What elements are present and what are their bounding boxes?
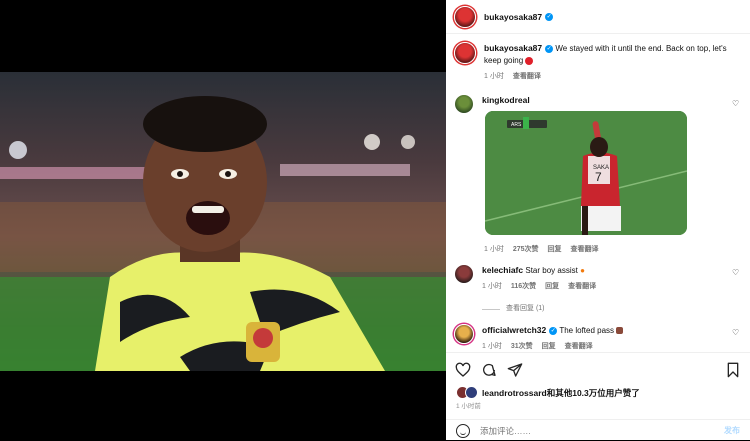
commenter-avatar[interactable] <box>454 94 474 114</box>
post-header: bukayosaka87 ✓ <box>446 0 750 34</box>
comment-icon[interactable] <box>481 362 497 378</box>
post-comment-button[interactable]: 发布 <box>724 425 740 436</box>
comment-like-heart-icon[interactable]: ♡ <box>732 100 740 108</box>
verified-icon: ✓ <box>545 12 554 21</box>
post-details-panel: bukayosaka87 ✓ bukayosaka87 ✓ We stayed w… <box>446 0 750 440</box>
save-icon[interactable] <box>725 362 741 378</box>
reply-button[interactable]: 回复 <box>548 244 562 254</box>
author-avatar[interactable] <box>454 5 476 28</box>
comment-likes[interactable]: 31次赞 <box>511 341 533 352</box>
comment-likes[interactable]: 275次赞 <box>513 244 539 254</box>
comment-item: kelechiafc Star boy assist ● 1 小时 116次赞 … <box>454 264 742 315</box>
translate-link[interactable]: 查看翻译 <box>568 281 596 293</box>
post-actions: leandrotrossard和其他10.3万位用户赞了 1 小时前 发布 <box>446 352 750 440</box>
comment-input[interactable] <box>480 425 700 436</box>
comment-gif[interactable]: ARS SAKA 7 <box>485 111 687 235</box>
verified-icon: ✓ <box>549 326 558 335</box>
emoji-icon[interactable] <box>456 423 470 438</box>
add-comment-bar: 发布 <box>446 419 750 441</box>
gif-score-text: ARS <box>511 122 522 128</box>
verified-icon: ✓ <box>545 44 554 53</box>
comment-time: 1 小时 <box>484 246 504 253</box>
comment-time: 1 小时 <box>482 343 502 350</box>
comment-item: officialwretch32 ✓ The lofted pass 1 小时 3… <box>454 324 742 352</box>
fire-emoji-icon: ● <box>580 266 585 275</box>
gif-shirt-number: 7 <box>595 170 602 184</box>
commenter-username[interactable]: officialwretch32 <box>482 325 546 335</box>
commenter-avatar[interactable] <box>454 264 474 284</box>
comment-time: 1 小时 <box>482 283 502 290</box>
commenter-username[interactable]: kelechiafc <box>482 265 523 275</box>
author-username[interactable]: bukayosaka87 <box>484 12 542 22</box>
liker-avatar <box>465 386 478 399</box>
likes-summary[interactable]: leandrotrossard和其他10.3万位用户赞了 <box>456 386 640 399</box>
comment-like-heart-icon[interactable]: ♡ <box>732 329 740 337</box>
caption-username[interactable]: bukayosaka87 <box>484 43 542 53</box>
red-circle-emoji-icon <box>525 56 534 65</box>
post-photo[interactable] <box>0 72 446 371</box>
comment-text: Star boy assist <box>525 266 578 275</box>
likes-text: leandrotrossard和其他10.3万位用户赞了 <box>482 387 640 398</box>
post-age: 1 小时前 <box>456 403 481 410</box>
caption-avatar[interactable] <box>454 42 476 64</box>
comment-like-heart-icon[interactable]: ♡ <box>732 269 740 277</box>
translate-link[interactable]: 查看翻译 <box>571 244 599 254</box>
caption-time: 1 小时 <box>484 73 504 80</box>
translate-link[interactable]: 查看翻译 <box>565 341 593 352</box>
caption-item: bukayosaka87 ✓ We stayed with it until th… <box>454 42 742 83</box>
reply-button[interactable]: 回复 <box>545 281 559 293</box>
heart-icon[interactable] <box>455 362 471 378</box>
caption-translate-link[interactable]: 查看翻译 <box>513 71 541 83</box>
view-replies-link[interactable]: 查看回复 (1) <box>506 303 545 315</box>
bag-emoji-icon <box>616 327 624 335</box>
comment-text: The lofted pass <box>559 326 615 335</box>
comments-list[interactable]: bukayosaka87 ✓ We stayed with it until th… <box>446 34 750 352</box>
commenter-username[interactable]: kingkodreal <box>482 95 530 105</box>
comment-meta-row: 1 小时 275次赞 回复 查看翻译 <box>454 240 742 254</box>
comment-likes[interactable]: 116次赞 <box>511 281 536 293</box>
share-icon[interactable] <box>507 362 523 378</box>
post-media-viewer <box>0 0 446 440</box>
replies-divider <box>482 308 500 310</box>
reply-button[interactable]: 回复 <box>542 341 556 352</box>
commenter-avatar[interactable] <box>454 324 474 344</box>
